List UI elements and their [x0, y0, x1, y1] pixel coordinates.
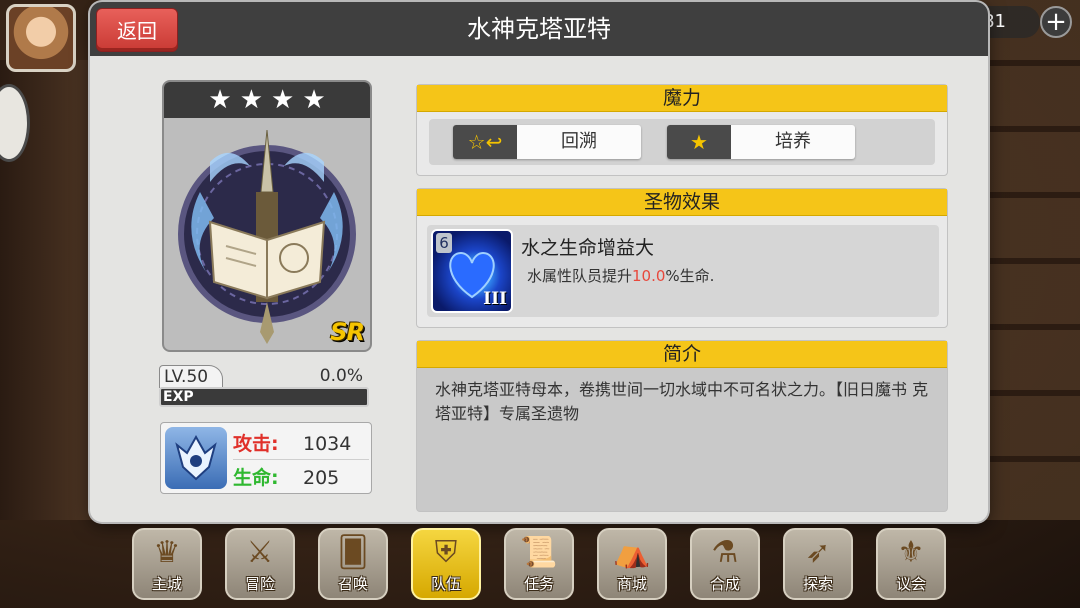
bottom-nav: ♛ 主城 ⚔ 冒险 🂠 召唤 ⛨ 队伍 📜 任务 ⛺ 商城 ⚗ 合成 ➶ 探索 … [0, 526, 1080, 608]
stat-attack-label: 攻击: [233, 433, 279, 455]
nav-label: 冒险 [244, 575, 275, 593]
nav-item-adventure[interactable]: ⚔ 冒险 [225, 528, 295, 600]
effect-desc-prefix: 水属性队员提升 [527, 267, 633, 285]
stat-hp-value: 205 [303, 467, 340, 489]
potion-icon: ⚗ [711, 535, 739, 570]
nav-item-explore[interactable]: ➶ 探索 [783, 528, 853, 600]
rollback-label: 回溯 [561, 131, 597, 152]
stat-hp-label: 生命: [233, 467, 279, 489]
effect-description: 水属性队员提升10.0%生命. [527, 265, 714, 286]
magic-panel: 魔力 ☆↩ 回溯 ★ 培养 [416, 84, 948, 176]
effect-panel: 圣物效果 6 III 水之生命增益大 水属性队员提升10.0%生命. [416, 188, 948, 328]
level-label: LV.50 [159, 365, 224, 388]
nav-label: 任务 [523, 575, 554, 593]
nav-item-craft[interactable]: ⚗ 合成 [690, 528, 760, 600]
player-avatar[interactable] [6, 4, 76, 72]
magic-button-row: ☆↩ 回溯 ★ 培养 [429, 119, 935, 165]
rarity-badge: SR [330, 318, 365, 346]
nav-item-summon[interactable]: 🂠 召唤 [318, 528, 388, 600]
nav-item-team[interactable]: ⛨ 队伍 [411, 528, 481, 600]
effect-level-badge: 6 [436, 233, 452, 253]
effect-desc-suffix: %生命. [665, 267, 715, 285]
crossed-swords-icon: ⚔ [246, 535, 274, 570]
upgrade-label: 培养 [775, 131, 811, 152]
star-upgrade-icon: ★ [667, 125, 731, 159]
rarity-stars: ★ ★ ★ ★ [164, 82, 370, 118]
water-element-icon [165, 427, 227, 489]
exp-percent: 0.0% [319, 366, 363, 386]
relic-artwork [178, 129, 356, 344]
council-crest-icon: ⚜ [897, 535, 925, 570]
level-section: LV.50 0.0% EXP [159, 365, 371, 413]
magic-header: 魔力 [417, 85, 947, 112]
star-icon: ★ [302, 85, 326, 115]
nav-label: 探索 [802, 575, 833, 593]
rollback-button[interactable]: ☆↩ 回溯 [453, 125, 641, 159]
stat-attack: 攻击: 1034 [233, 429, 369, 460]
star-icon: ★ [239, 85, 263, 115]
nav-label: 商城 [616, 575, 647, 593]
back-button[interactable]: 返回 [96, 8, 178, 52]
bow-icon: ➶ [805, 535, 831, 570]
nav-label: 队伍 [430, 575, 461, 593]
scroll-icon: 📜 [520, 535, 558, 570]
exp-bar: EXP [159, 387, 369, 407]
crown-icon: ♛ [153, 535, 181, 570]
intro-panel: 简介 水神克塔亚特母本，卷携世间一切水域中不可名状之力。【旧日魔书 克塔亚特】专… [416, 340, 948, 512]
effect-title: 水之生命增益大 [521, 237, 655, 259]
nav-label: 议会 [895, 575, 926, 593]
mushroom-icon: ⛺ [613, 535, 651, 570]
star-icon: ★ [271, 85, 295, 115]
page-title: 水神克塔亚特 [467, 15, 611, 43]
exp-label: EXP [163, 389, 194, 405]
intro-header: 简介 [417, 341, 947, 368]
stat-hp: 生命: 205 [233, 463, 369, 493]
nav-label: 主城 [151, 575, 182, 593]
star-icon: ★ [208, 85, 232, 115]
artifact-detail-modal: 水神克塔亚特 返回 ★ ★ ★ ★ SR LV.50 0.0% EXP 攻击: … [90, 2, 988, 522]
nav-item-quest[interactable]: 📜 任务 [504, 528, 574, 600]
nav-item-shop[interactable]: ⛺ 商城 [597, 528, 667, 600]
effect-tier: III [483, 289, 507, 309]
intro-text: 水神克塔亚特母本，卷携世间一切水域中不可名状之力。【旧日魔书 克塔亚特】专属圣遗… [435, 380, 929, 423]
nav-item-council[interactable]: ⚜ 议会 [876, 528, 946, 600]
effect-header: 圣物效果 [417, 189, 947, 216]
effect-row: 6 III 水之生命增益大 水属性队员提升10.0%生命. [427, 225, 939, 317]
background-bookshelf [980, 0, 1080, 520]
effect-desc-value: 10.0 [632, 267, 666, 285]
nav-label: 合成 [709, 575, 740, 593]
stat-attack-value: 1034 [303, 433, 352, 455]
cards-icon: 🂠 [337, 535, 369, 570]
star-back-icon: ☆↩ [453, 125, 517, 159]
upgrade-button[interactable]: ★ 培养 [667, 125, 855, 159]
nav-item-main-city[interactable]: ♛ 主城 [132, 528, 202, 600]
wing-shield-icon: ⛨ [434, 535, 458, 570]
nav-label: 召唤 [337, 575, 368, 593]
water-heart-icon[interactable]: 6 III [431, 229, 513, 313]
artifact-card: ★ ★ ★ ★ SR [162, 80, 372, 352]
add-currency-button[interactable]: + [1040, 6, 1072, 38]
stats-panel: 攻击: 1034 生命: 205 [160, 422, 372, 494]
